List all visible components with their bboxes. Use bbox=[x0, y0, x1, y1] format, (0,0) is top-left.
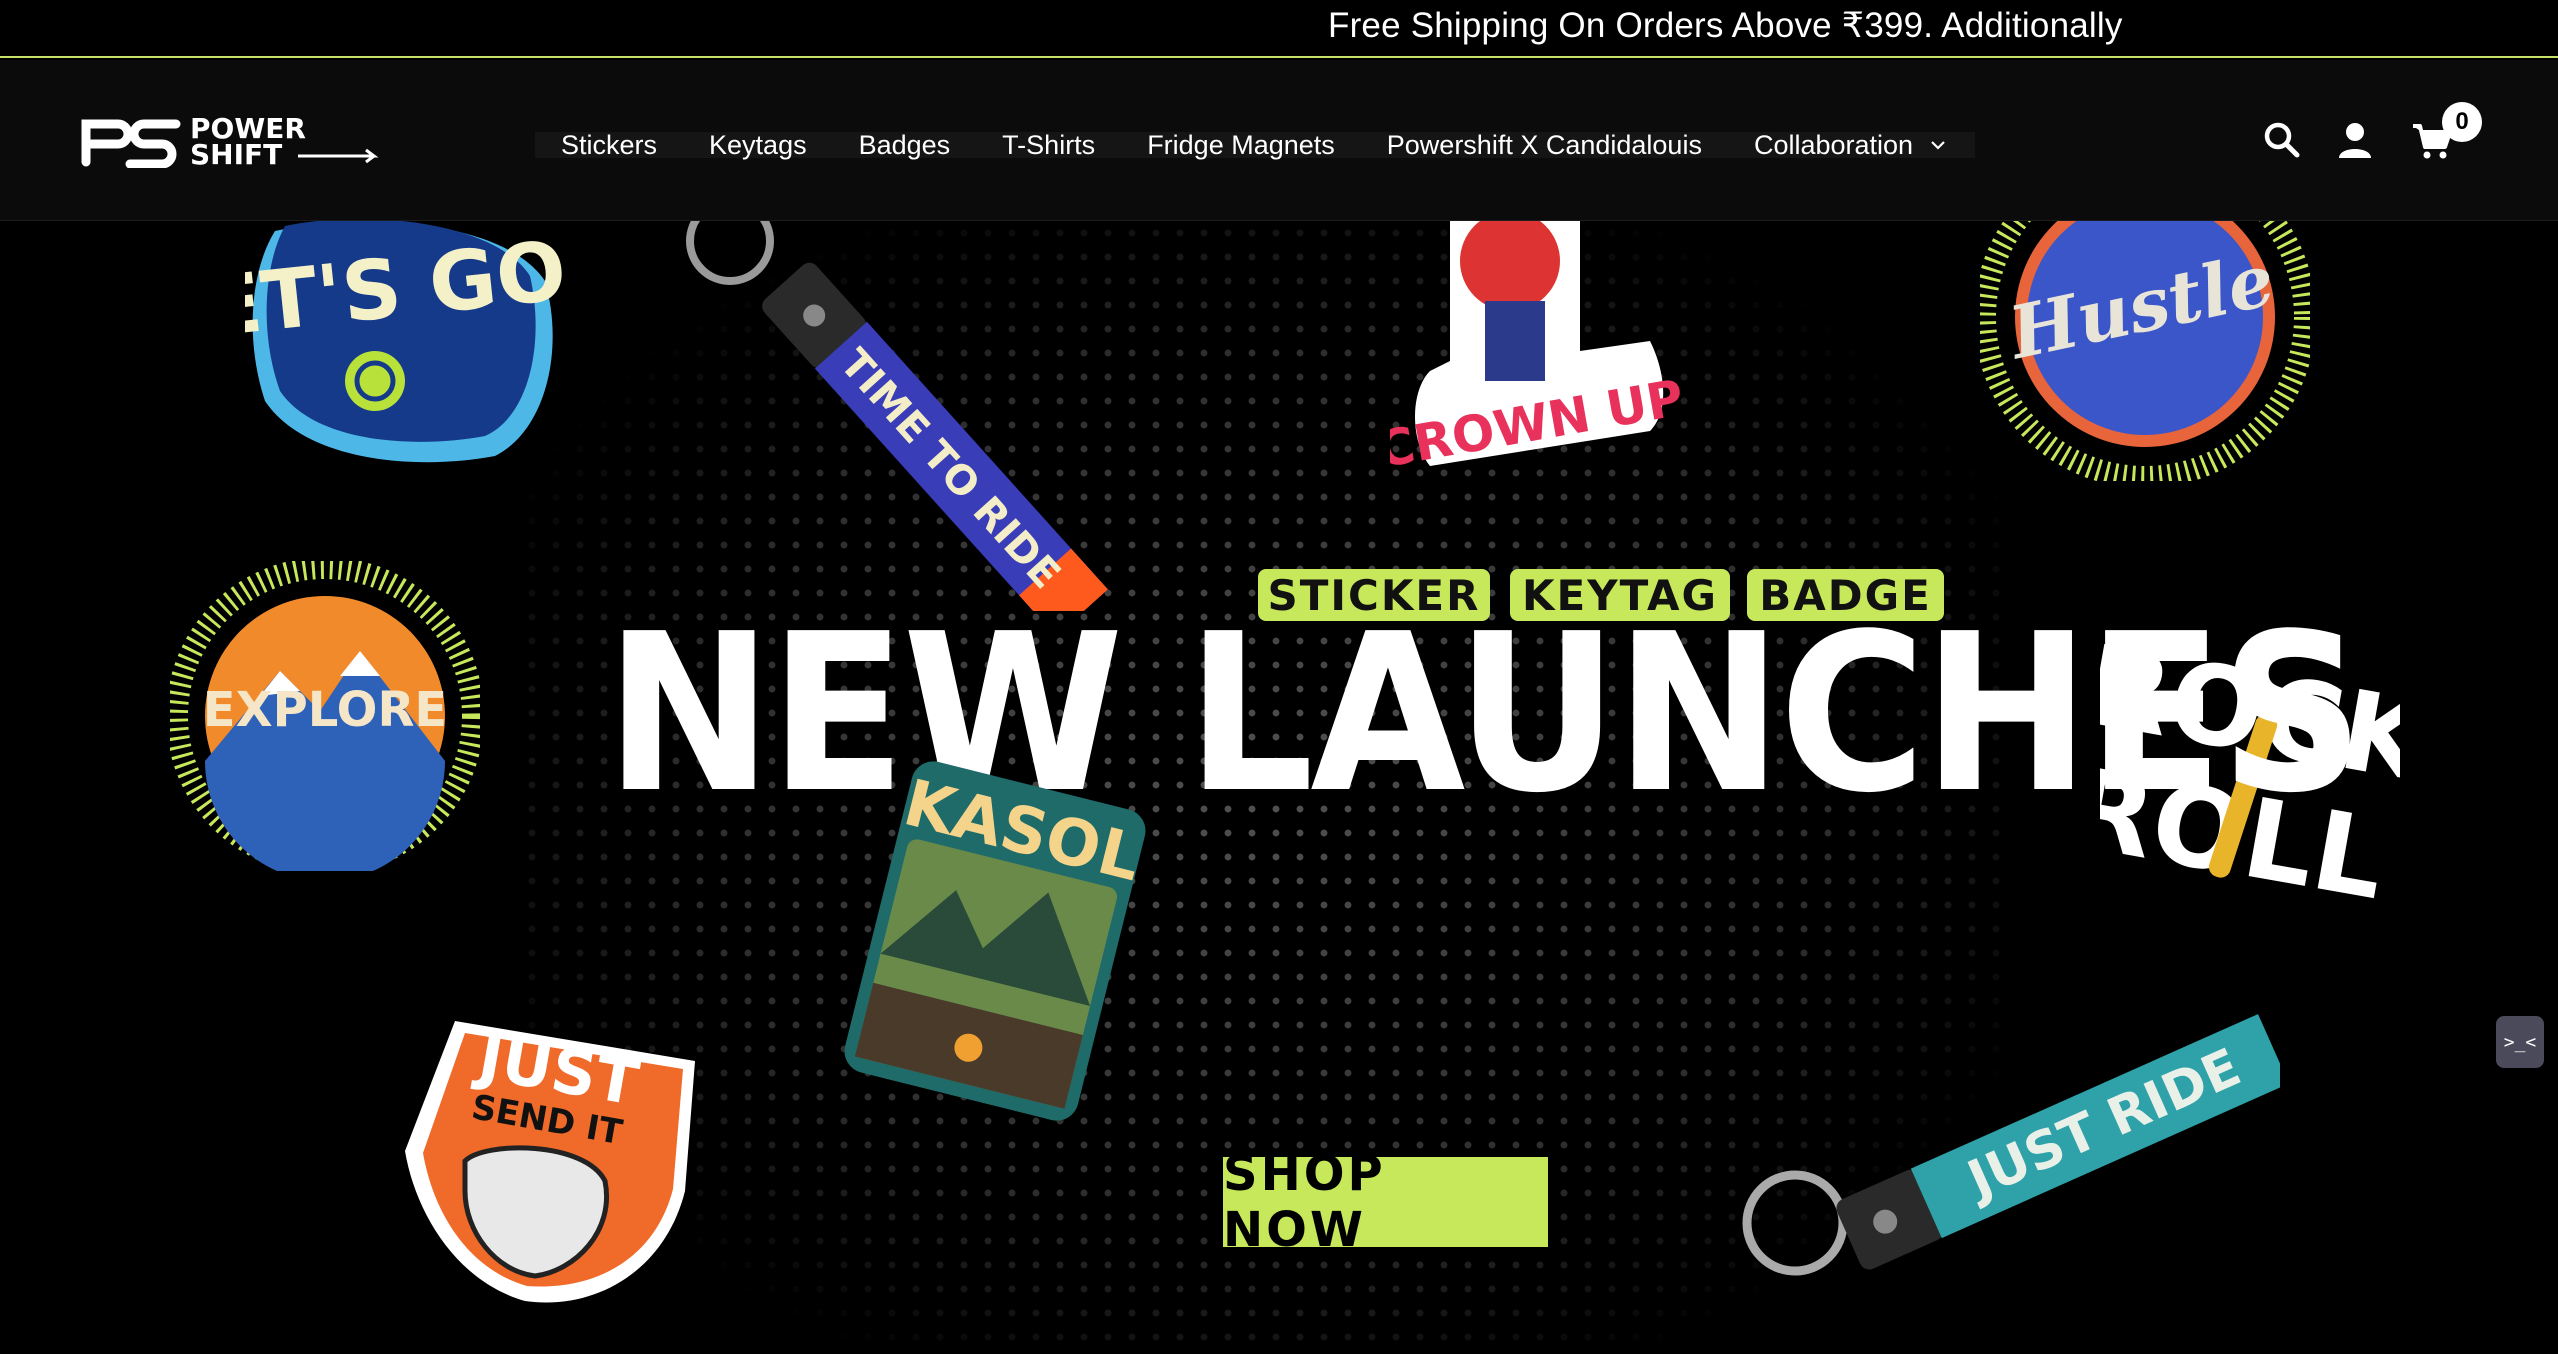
nav-label: Keytags bbox=[709, 130, 807, 160]
nav-item-collaboration[interactable]: Collaboration bbox=[1728, 130, 1975, 160]
time-to-ride-keytag-image: TIME TO RIDE bbox=[686, 221, 1108, 611]
nav-item-keytags[interactable]: Keytags bbox=[683, 130, 833, 160]
main-nav: Stickers Keytags Badges T-Shirts Fridge … bbox=[535, 130, 1976, 160]
nav-item-tshirts[interactable]: T-Shirts bbox=[976, 130, 1121, 160]
nav-item-stickers[interactable]: Stickers bbox=[535, 130, 683, 160]
nav-label: T-Shirts bbox=[1002, 130, 1096, 160]
crown-up-sticker-image: CROWN UP bbox=[1390, 221, 1680, 471]
nav-label: Powershift X Candidalouis bbox=[1386, 130, 1702, 160]
chat-widget-button[interactable]: >_< bbox=[2496, 1016, 2544, 1068]
just-ride-text: JUST RIDE bbox=[1957, 1038, 2250, 1212]
nav-item-badges[interactable]: Badges bbox=[833, 130, 977, 160]
hero-headline: NEW LAUNCHES bbox=[605, 588, 2364, 841]
nav-item-fridge-magnets[interactable]: Fridge Magnets bbox=[1121, 130, 1361, 160]
logo-text-line2: SHIFT bbox=[190, 138, 282, 168]
explore-badge-image: EXPLORE bbox=[170, 561, 480, 871]
nav-label: Collaboration bbox=[1753, 130, 1914, 160]
nav-label: Fridge Magnets bbox=[1147, 130, 1335, 160]
search-icon[interactable] bbox=[2260, 118, 2304, 162]
nav-label: Stickers bbox=[561, 130, 658, 160]
hustle-badge-image: Hustle bbox=[1980, 221, 2310, 481]
explore-text: EXPLORE bbox=[203, 682, 447, 738]
lets-go-sticker-image: LET'S GO!! bbox=[245, 221, 565, 463]
chevron-down-icon bbox=[1931, 141, 1945, 150]
cart-count-badge: 0 bbox=[2442, 102, 2482, 142]
announcement-text: Free Shipping On Orders Above ₹399. Addi… bbox=[1328, 6, 2123, 45]
just-ride-keytag-image: JUST RIDE bbox=[1742, 1014, 2280, 1276]
shop-now-button[interactable]: SHOP NOW bbox=[1223, 1146, 1548, 1258]
just-send-it-sticker-image: JUST SEND IT bbox=[405, 1019, 695, 1303]
site-header: POWER SHIFT Stickers Keytags Badges T-Sh… bbox=[0, 60, 2558, 221]
announcement-bar: Free Shipping On Orders Above ₹399. Addi… bbox=[0, 0, 2558, 58]
brand-logo[interactable]: POWER SHIFT bbox=[78, 112, 383, 168]
kasol-sticker-image: KASOL bbox=[844, 761, 1148, 1121]
time-to-ride-text: TIME TO RIDE bbox=[831, 341, 1069, 598]
nav-item-powershift-x-candidalouis[interactable]: Powershift X Candidalouis bbox=[1361, 130, 1728, 160]
hero-banner[interactable]: LET'S GO!! TIME TO RIDE CROWN UP Hustle … bbox=[0, 221, 2558, 1354]
nav-label: Badges bbox=[858, 130, 951, 160]
user-icon[interactable] bbox=[2333, 118, 2377, 162]
